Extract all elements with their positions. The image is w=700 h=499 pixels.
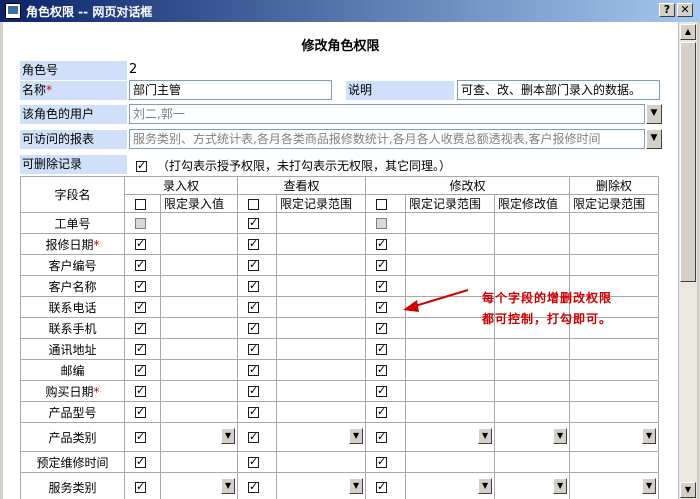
help-button[interactable]: ? — [659, 3, 675, 17]
scroll-up-icon[interactable]: ▲ — [680, 24, 696, 40]
vertical-scrollbar[interactable]: ▲ ▼ — [678, 22, 697, 499]
window-title: 角色权限 -- 网页对话框 — [26, 5, 153, 19]
dialog-content: 修改角色权限 角色号 2 名称* 部门主管 说明 可查、改、删本部门录入的数据。… — [3, 22, 678, 499]
title-bar: 角色权限 -- 网页对话框 ? ✕ — [0, 0, 700, 22]
scroll-thumb[interactable] — [680, 42, 696, 282]
scroll-down-icon[interactable]: ▼ — [680, 482, 696, 498]
window-icon — [5, 3, 21, 19]
annotation-arrow-icon — [403, 289, 469, 312]
close-button[interactable]: ✕ — [677, 3, 693, 17]
